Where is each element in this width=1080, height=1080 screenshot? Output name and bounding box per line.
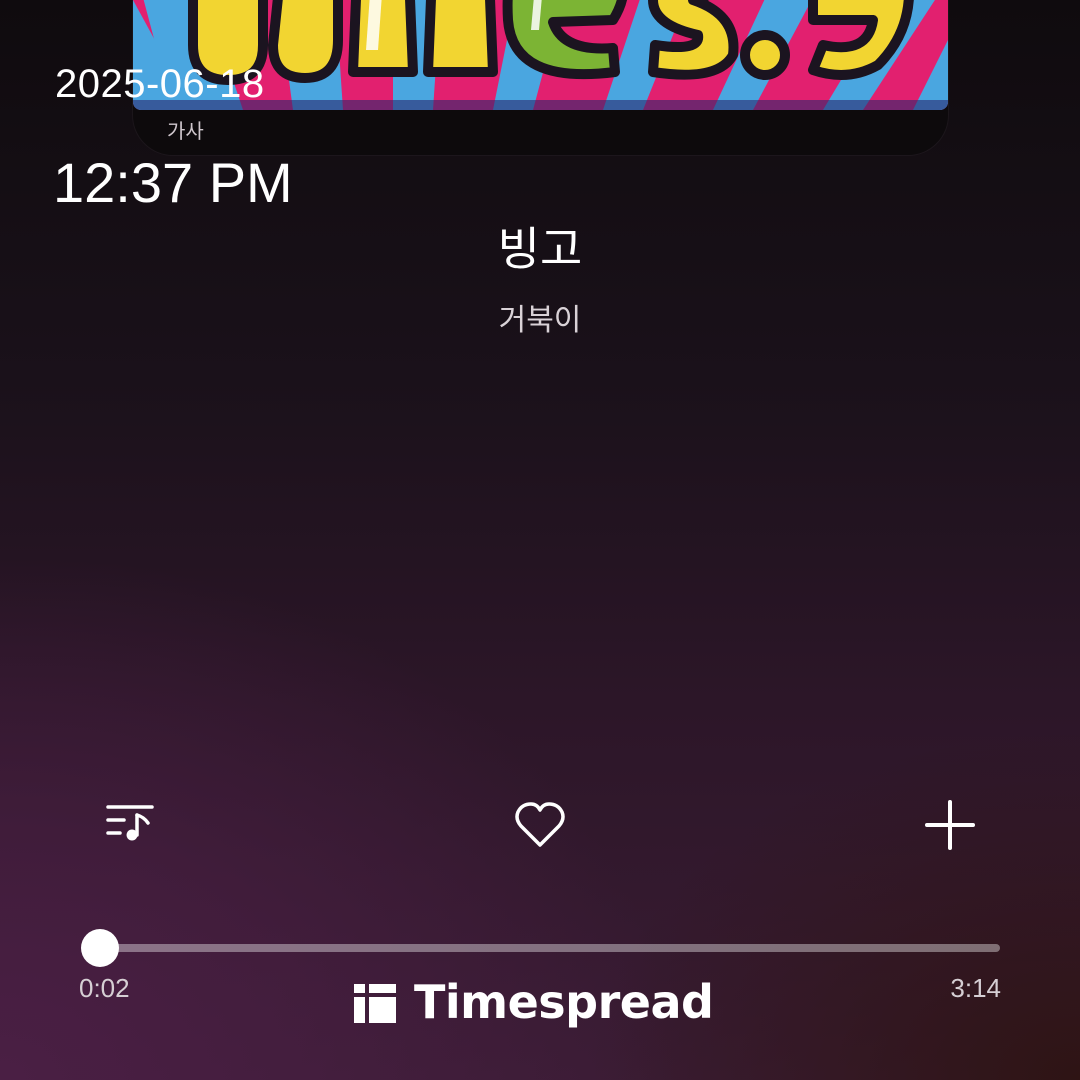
seek-bar[interactable] [90, 944, 1000, 952]
elapsed-time: 0:02 [79, 973, 130, 1003]
overlay-time: 12:37 PM [53, 151, 293, 214]
playlist-button[interactable] [95, 790, 165, 860]
like-button[interactable] [505, 790, 575, 860]
song-artist[interactable]: 거북이 [0, 295, 1080, 339]
watermark: Timespread [354, 975, 714, 1029]
seek-bar-thumb[interactable] [81, 929, 119, 967]
heart-outline-icon [515, 802, 565, 847]
total-time: 3:14 [950, 973, 1001, 1003]
song-title: 빙고 [497, 222, 583, 276]
playlist-music-icon [106, 805, 154, 841]
add-to-playlist-button[interactable] [915, 790, 985, 860]
plus-icon [925, 800, 975, 850]
music-player-screen: 가사 2025-06-18 12:37 PM 빙고 거북이 0:02 3:14 … [0, 0, 1080, 1080]
overlay-date: 2025-06-18 [55, 62, 265, 106]
watermark-brand: Timespread [414, 975, 714, 1029]
lyrics-label[interactable]: 가사 [167, 115, 204, 144]
timespread-logo-icon [354, 984, 396, 1023]
